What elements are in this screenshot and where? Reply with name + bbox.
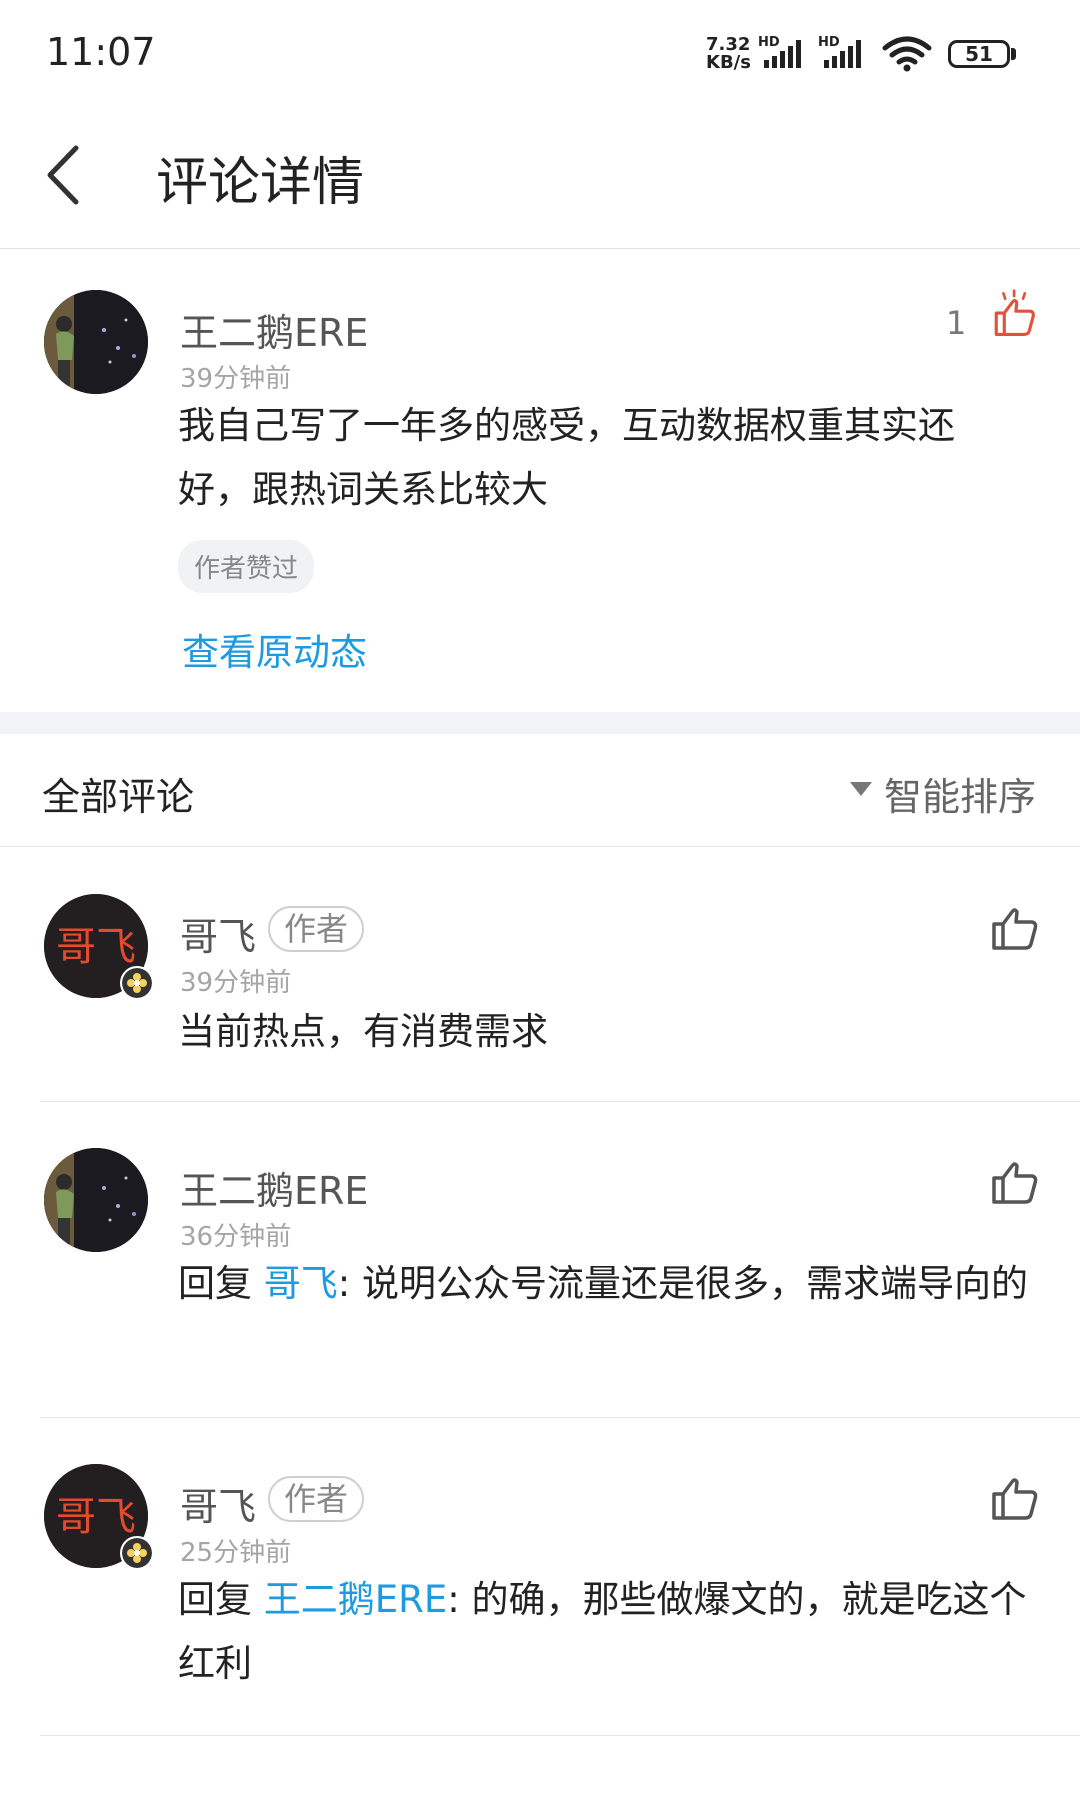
battery-tip (1011, 48, 1016, 60)
thumbs-up-liked-icon[interactable] (990, 288, 1040, 338)
avatar-photo-icon (44, 290, 148, 394)
reply-user-name[interactable]: 哥飞 (180, 906, 256, 961)
signal-icon-2: HD (818, 35, 861, 68)
avatar[interactable] (44, 1148, 148, 1252)
comment-text: 我自己写了一年多的感受，互动数据权重其实还好，跟热词关系比较大 (178, 404, 955, 511)
svg-text:哥飞: 哥飞 (56, 924, 136, 970)
author-badge: 作者 (268, 906, 365, 952)
main-comment: 王二鹅ERE 39分钟前 我自己写了一年多的感受，互动数据权重其实还好，跟热词关… (0, 250, 1080, 712)
reply-item: 王二鹅ERE 36分钟前 回复 哥飞: 说明公众号流量还是很多，需求端导向的 (0, 1102, 1080, 1418)
section-title: 全部评论 (42, 775, 195, 819)
network-speed: 7.32 KB/s (706, 34, 751, 73)
wifi-icon (882, 36, 932, 72)
reply-text: 当前热点，有消费需求 (178, 1010, 548, 1053)
sort-toggle[interactable]: 智能排序 (884, 766, 1036, 821)
author-liked-tag: 作者赞过 (178, 540, 315, 593)
svg-text:哥飞: 哥飞 (56, 1494, 136, 1540)
avatar-photo-icon (44, 1148, 148, 1252)
like-count: 1 (946, 304, 967, 342)
reply-text: 回复 哥飞: 说明公众号流量还是很多，需求端导向的 (178, 1262, 1028, 1305)
author-badge: 作者 (268, 1476, 365, 1522)
comment-user-name[interactable]: 王二鹅ERE (180, 302, 368, 357)
page-title: 评论详情 (156, 153, 365, 213)
reply-time: 25分钟前 (180, 1538, 292, 1568)
reply-time: 36分钟前 (180, 1222, 292, 1252)
status-time: 11:07 (46, 30, 156, 74)
flower-badge-icon (120, 966, 154, 1000)
thumbs-up-icon[interactable] (990, 1472, 1040, 1522)
view-original-link[interactable]: 查看原动态 (182, 622, 367, 676)
reply-user-name[interactable]: 王二鹅ERE (180, 1160, 368, 1215)
status-bar: 11:07 7.32 KB/s HD HD 51 (0, 0, 1080, 110)
flower-badge-icon (120, 1536, 154, 1570)
thumbs-up-icon[interactable] (990, 1156, 1040, 1206)
reply-text: 回复 王二鹅ERE: 的确，那些做爆文的，就是吃这个红利 (178, 1578, 1027, 1685)
reply-item: 哥飞 哥飞 作者 39分钟前 当前热点，有消费需求 (0, 848, 1080, 1102)
svg-text:HD: HD (818, 35, 840, 50)
thumbs-up-icon[interactable] (990, 902, 1040, 952)
avatar[interactable] (44, 290, 148, 394)
sort-caret-icon[interactable] (850, 782, 872, 796)
section-divider (0, 712, 1080, 734)
comment-time: 39分钟前 (180, 364, 292, 394)
comments-section-header: 全部评论 智能排序 (0, 734, 1080, 847)
reply-item: 哥飞 哥飞 作者 25分钟前 回复 王二鹅ERE: 的确，那些做爆文的，就是吃这… (0, 1418, 1080, 1736)
signal-icon: HD (758, 35, 801, 68)
battery-indicator: 51 (948, 40, 1010, 68)
svg-text:HD: HD (758, 35, 780, 50)
top-bar: 评论详情 (0, 110, 1080, 249)
reply-separator (40, 1735, 1080, 1736)
reply-time: 39分钟前 (180, 968, 292, 998)
reply-user-name[interactable]: 哥飞 (180, 1476, 256, 1531)
back-arrow-icon[interactable] (38, 140, 98, 210)
